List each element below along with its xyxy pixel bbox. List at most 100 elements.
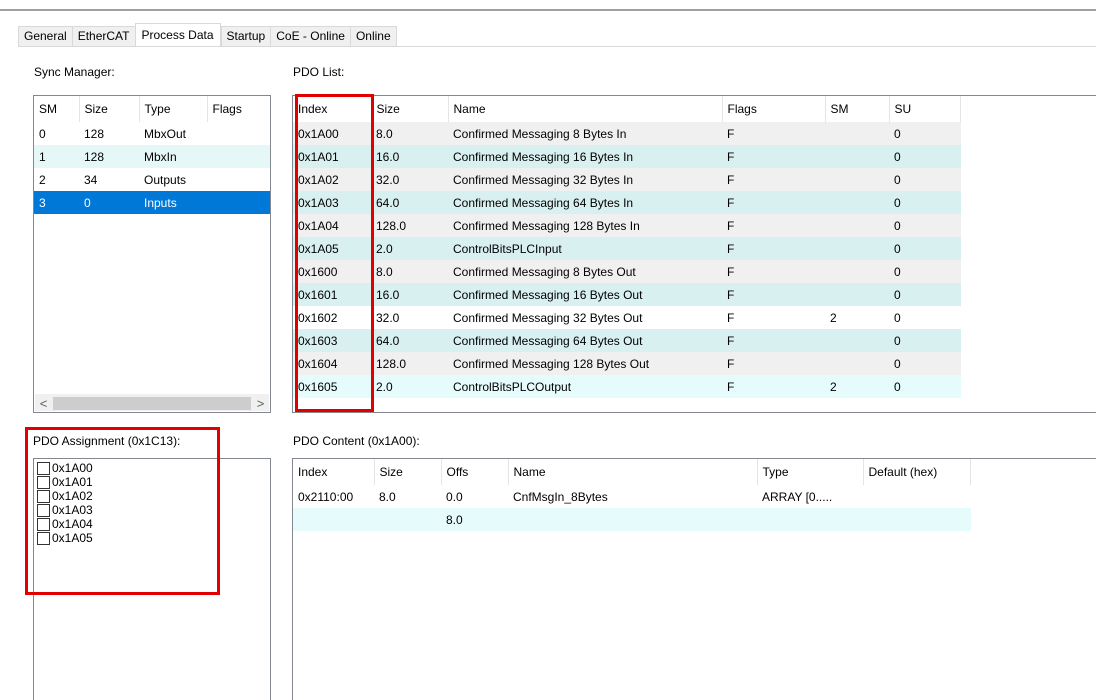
size-cell: 128 [84, 126, 105, 141]
pdo-content-row[interactable]: 0x2110:00 8.0 0.0 CnfMsgIn_8Bytes ARRAY … [293, 485, 971, 508]
name-cell: Confirmed Messaging 8 Bytes Out [448, 260, 722, 283]
scroll-right-icon[interactable]: > [252, 395, 269, 412]
size-cell: 32.0 [371, 306, 448, 329]
pdo-list-row[interactable]: 0x1602 32.0 Confirmed Messaging 32 Bytes O… [293, 306, 961, 329]
sync-manager-row-selected[interactable]: 3 0 Inputs [34, 191, 270, 214]
size-cell: 128 [79, 145, 139, 168]
pdo-list-row[interactable]: 0x1605 2.0 ControlBitsPLCOutput F 2 0 [293, 375, 961, 398]
pdo-list-label: PDO List: [293, 65, 345, 79]
tab-ethercat[interactable]: EtherCAT [71, 26, 135, 47]
index-column-highlight [295, 94, 374, 412]
tab-strip: General EtherCAT Process Data Startup Co… [18, 23, 397, 47]
pdo-list-row[interactable]: 0x1A05 2.0 ControlBitsPLCInput F 0 [293, 237, 961, 260]
name-cell: Confirmed Messaging 8 Bytes In [448, 122, 722, 145]
flags-cell: F [722, 237, 825, 260]
name-cell [508, 508, 757, 531]
sync-manager-hscrollbar[interactable]: < > [35, 394, 269, 411]
flags-cell: F [722, 375, 825, 398]
su-cell: 0 [889, 283, 961, 306]
index-cell: 0x2110:00 [298, 489, 354, 504]
flags-cell: F [722, 191, 825, 214]
pdo-list-row[interactable]: 0x1603 64.0 Confirmed Messaging 64 Bytes O… [293, 329, 961, 352]
col-name[interactable]: Name [448, 96, 723, 122]
pdo-list[interactable]: Index Size Name Flags SM SU 0x1A00 8.0 Con… [292, 95, 1096, 413]
col-su[interactable]: SU [889, 96, 961, 122]
flags-cell: F [722, 283, 825, 306]
pdo-assignment-highlight [25, 427, 220, 595]
sm-cell [825, 191, 889, 214]
su-cell: 0 [889, 237, 961, 260]
sync-manager-row[interactable]: 0 128 MbxOut [34, 122, 270, 145]
size-cell: 2.0 [371, 375, 448, 398]
pdo-list-header: Index Size Name Flags SM SU [293, 96, 961, 122]
offs-cell: 0.0 [446, 489, 463, 504]
pdo-list-row[interactable]: 0x1600 8.0 Confirmed Messaging 8 Bytes Out… [293, 260, 961, 283]
pdo-list-row[interactable]: 0x1A03 64.0 Confirmed Messaging 64 Bytes I… [293, 191, 961, 214]
col-size[interactable]: Size [79, 96, 140, 122]
sm-cell: 2 [825, 375, 889, 398]
col-default[interactable]: Default (hex) [863, 459, 971, 485]
su-cell: 0 [889, 145, 961, 168]
su-cell: 0 [889, 375, 961, 398]
name-cell: Confirmed Messaging 64 Bytes In [448, 191, 722, 214]
pdo-list-row[interactable]: 0x1A00 8.0 Confirmed Messaging 8 Bytes In F… [293, 122, 961, 145]
type-cell [757, 508, 863, 531]
scroll-left-icon[interactable]: < [35, 395, 52, 412]
flags-cell: F [722, 122, 825, 145]
tab-coe-online[interactable]: CoE - Online [270, 26, 350, 47]
name-cell: Confirmed Messaging 128 Bytes Out [448, 352, 722, 375]
tab-process-data[interactable]: Process Data [134, 23, 221, 47]
col-flags[interactable]: Flags [207, 96, 270, 122]
sm-cell: 3 [34, 191, 79, 214]
sync-manager-list[interactable]: SM Size Type Flags 0 128 MbxOut 1 128 Mb… [33, 95, 271, 413]
sm-cell [825, 145, 889, 168]
window-top-border [0, 9, 1096, 11]
su-cell: 0 [889, 122, 961, 145]
sm-cell: 2 [825, 306, 889, 329]
pdo-content-row[interactable]: 8.0 [293, 508, 971, 531]
col-size[interactable]: Size [371, 96, 449, 122]
flags-cell: F [722, 214, 825, 237]
name-cell: Confirmed Messaging 64 Bytes Out [448, 329, 722, 352]
sm-cell [825, 352, 889, 375]
col-index[interactable]: Index [293, 459, 375, 485]
pdo-list-row[interactable]: 0x1A01 16.0 Confirmed Messaging 16 Bytes I… [293, 145, 961, 168]
su-cell: 0 [889, 352, 961, 375]
col-type[interactable]: Type [139, 96, 208, 122]
pdo-list-row[interactable]: 0x1A02 32.0 Confirmed Messaging 32 Bytes I… [293, 168, 961, 191]
su-cell: 0 [889, 168, 961, 191]
name-cell: CnfMsgIn_8Bytes [513, 489, 608, 504]
col-name[interactable]: Name [508, 459, 758, 485]
pdo-list-row[interactable]: 0x1A04 128.0 Confirmed Messaging 128 Bytes… [293, 214, 961, 237]
sync-manager-row[interactable]: 1 128 MbxIn [34, 145, 270, 168]
tab-general[interactable]: General [18, 26, 72, 47]
tab-online[interactable]: Online [349, 26, 397, 47]
scroll-thumb[interactable] [53, 397, 251, 410]
col-type[interactable]: Type [757, 459, 864, 485]
pdo-content-list[interactable]: Index Size Offs Name Type Default (hex) … [292, 458, 1096, 700]
col-size[interactable]: Size [374, 459, 442, 485]
flags-cell: F [722, 260, 825, 283]
sync-manager-row[interactable]: 2 34 Outputs [34, 168, 270, 191]
col-offs[interactable]: Offs [441, 459, 509, 485]
pdo-list-row[interactable]: 0x1601 16.0 Confirmed Messaging 16 Bytes O… [293, 283, 961, 306]
su-cell: 0 [889, 306, 961, 329]
size-cell: 64.0 [371, 191, 448, 214]
col-sm[interactable]: SM [825, 96, 890, 122]
sm-cell [825, 283, 889, 306]
size-cell: 128.0 [371, 352, 448, 375]
default-cell [863, 485, 971, 508]
flags-cell [207, 168, 270, 191]
sm-cell [825, 237, 889, 260]
col-sm[interactable]: SM [34, 96, 80, 122]
name-cell: Confirmed Messaging 16 Bytes Out [448, 283, 722, 306]
type-cell: Inputs [139, 191, 207, 214]
col-flags[interactable]: Flags [722, 96, 826, 122]
sm-cell: 0 [39, 126, 46, 141]
tab-body-border [18, 46, 1096, 47]
sm-cell: 1 [34, 145, 79, 168]
pdo-list-row[interactable]: 0x1604 128.0 Confirmed Messaging 128 Bytes… [293, 352, 961, 375]
type-cell: ARRAY [0..... [762, 489, 833, 504]
tab-startup[interactable]: Startup [220, 26, 271, 47]
name-cell: ControlBitsPLCInput [448, 237, 722, 260]
